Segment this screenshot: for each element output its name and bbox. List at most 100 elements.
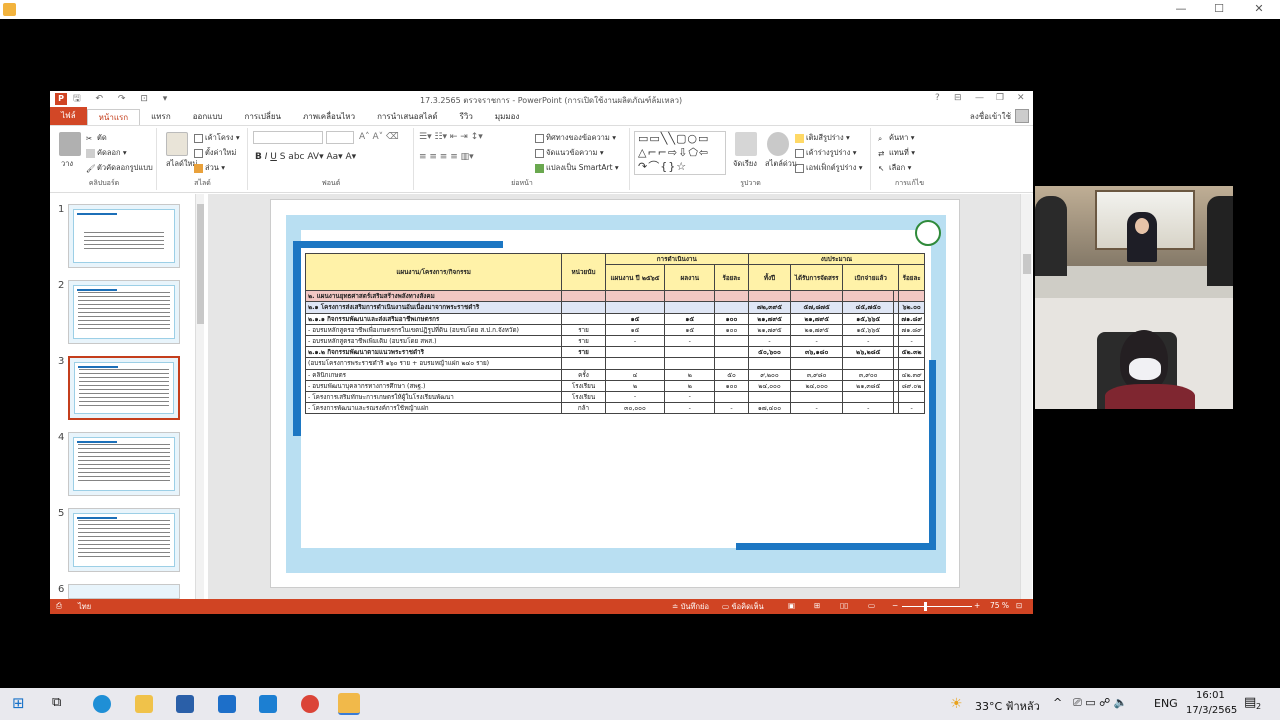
weather-text[interactable]: 33°C ฟ้าหลัว (975, 697, 1040, 715)
slideshow-view-icon[interactable]: ▭ (868, 601, 875, 610)
zoom-level[interactable]: 75 % (990, 601, 1009, 610)
language-status[interactable]: ไทย (78, 601, 91, 613)
reading-view-icon[interactable]: ▯▯ (840, 601, 848, 610)
slide-thumbnail-2[interactable] (68, 280, 180, 344)
paste-icon[interactable] (59, 132, 81, 156)
brush-icon: 🖌 (86, 163, 96, 173)
close-icon[interactable]: ✕ (1244, 2, 1274, 15)
quick-styles-button[interactable]: สไตล์ด่วน (765, 158, 797, 170)
notes-button[interactable]: ≐ บันทึกย่อ (672, 601, 709, 613)
ppt-minimize-icon[interactable]: — (975, 93, 984, 103)
budget-table[interactable]: แผนงาน/โครงการ/กิจกรรม หน่วยนับ การดำเนิ… (304, 252, 926, 415)
start-windows-icon[interactable]: ⊞ (12, 694, 25, 712)
maximize-icon[interactable]: ☐ (1204, 2, 1234, 15)
tab-file[interactable]: ไฟล์ (50, 107, 87, 125)
table-cell: - (790, 402, 844, 415)
shape-fill-button[interactable]: เติมสีรูปร่าง ▾ (795, 132, 850, 144)
replace-button[interactable]: ⇄ แทนที่ ▾ (878, 147, 915, 159)
font-name-input[interactable] (253, 131, 323, 144)
zoom-out-icon[interactable]: − (892, 601, 898, 610)
list-buttons[interactable]: ☰▾ ☷▾ ⇤ ⇥ ↕▾ (419, 132, 483, 142)
tray-icons[interactable]: ⎚ ▭ ☍ 🔈 (1073, 696, 1128, 710)
font-size-input[interactable] (326, 131, 354, 144)
slide-thumbnail-1[interactable] (68, 204, 180, 268)
tab-view[interactable]: มุมมอง (484, 109, 531, 125)
thumbnails-scroll-thumb[interactable] (197, 204, 204, 324)
select-button[interactable]: ↖ เลือก ▾ (878, 162, 911, 174)
current-slide[interactable]: แผนงาน/โครงการ/กิจกรรม หน่วยนับ การดำเนิ… (270, 199, 960, 588)
slide-thumbnail-3[interactable] (68, 356, 180, 420)
zoom-in-icon[interactable]: + (974, 601, 980, 610)
tab-animations[interactable]: ภาพเคลื่อนไหว (292, 109, 366, 125)
slide-thumbnail-4[interactable] (68, 432, 180, 496)
header-result: ผลงาน (664, 264, 716, 292)
smartart-button[interactable]: แปลงเป็น SmartArt ▾ (535, 162, 619, 174)
ribbon-display-icon[interactable]: ⊟ (954, 93, 962, 103)
spellcheck-icon[interactable]: ⎙ (56, 601, 62, 611)
clock-time[interactable]: 16:01 (1196, 690, 1225, 701)
sign-in-link[interactable]: ลงชื่อเข้าใช้ (970, 110, 1011, 123)
quick-access-toolbar[interactable]: 🖫 ↶ ↷ ⊡ ▾ (73, 91, 173, 107)
tab-transitions[interactable]: การเปลี่ยน (233, 109, 292, 125)
input-language[interactable]: ENG (1154, 697, 1178, 710)
copy-button[interactable]: คัดลอก ▾ (86, 147, 127, 159)
shape-outline-button[interactable]: เค้าร่างรูปร่าง ▾ (795, 147, 857, 159)
slide-scroll-thumb[interactable] (1023, 254, 1031, 274)
weather-sun-icon[interactable]: ☀ (950, 696, 963, 712)
arrange-button[interactable]: จัดเรียง (733, 158, 757, 170)
layout-button[interactable]: เค้าโครง ▾ (194, 132, 240, 144)
edge-browser-icon[interactable] (93, 695, 111, 713)
text-direction-button[interactable]: ทิศทางของข้อความ ▾ (535, 132, 616, 144)
reset-button[interactable]: ตั้งค่าใหม่ (194, 147, 236, 159)
avatar[interactable] (1015, 109, 1029, 123)
align-buttons[interactable]: ≡ ≡ ≡ ≡ ▥▾ (419, 152, 474, 162)
normal-view-icon[interactable]: ▣ (788, 601, 795, 610)
text-direction-icon (535, 133, 544, 143)
tray-chevron-icon[interactable]: ^ (1053, 696, 1062, 709)
font-format-buttons[interactable]: B I U S abc AV▾ Aa▾ A▾ (255, 152, 356, 162)
zoom-slider-handle[interactable] (924, 602, 927, 611)
new-slide-icon[interactable] (166, 132, 188, 156)
shape-effects-button[interactable]: เอฟเฟ็กต์รูปร่าง ▾ (795, 162, 863, 174)
table-cell (604, 346, 666, 359)
mail-icon[interactable] (218, 695, 236, 713)
copy-icon (86, 148, 95, 158)
slide-scrollbar[interactable] (1020, 194, 1032, 599)
slide-sorter-icon[interactable]: ⊞ (814, 601, 820, 610)
store-icon[interactable] (176, 695, 194, 713)
new-slide-button[interactable]: สไลด์ใหม่ (166, 158, 197, 170)
slide-thumbnail-6[interactable] (68, 584, 180, 599)
tab-insert[interactable]: แทรก (140, 109, 182, 125)
quick-styles-icon[interactable] (767, 132, 789, 156)
notification-icon[interactable]: ▤ (1244, 695, 1256, 710)
tab-design[interactable]: ออกแบบ (182, 109, 234, 125)
table-cell: ๔๕,๗๕๐ (842, 301, 895, 314)
fit-slide-icon[interactable]: ⊡ (1016, 601, 1022, 610)
format-painter-button[interactable]: 🖌ตัวคัดลอกรูปแบบ (86, 162, 153, 174)
section-button[interactable]: ส่วน ▾ (194, 162, 225, 174)
powerpoint-taskbar-icon[interactable] (338, 693, 360, 715)
line-app-icon[interactable] (259, 695, 277, 713)
clock-date[interactable]: 17/3/2565 (1186, 705, 1237, 716)
align-text-button[interactable]: จัดแนวข้อความ ▾ (535, 147, 604, 159)
paste-button[interactable]: วาง (61, 158, 73, 170)
tab-slideshow[interactable]: การนำเสนอสไลด์ (366, 109, 449, 125)
slide-thumbnail-5[interactable] (68, 508, 180, 572)
ppt-restore-icon[interactable]: ❐ (996, 93, 1004, 103)
minimize-icon[interactable]: — (1166, 2, 1196, 15)
thumbnails-scrollbar[interactable] (195, 194, 204, 599)
task-view-icon[interactable]: ⧉ (52, 695, 61, 710)
zoom-slider[interactable] (902, 606, 972, 607)
chrome-icon[interactable] (301, 695, 319, 713)
help-icon[interactable]: ? (935, 93, 940, 103)
comments-button[interactable]: ▭ ข้อคิดเห็น (722, 601, 764, 613)
find-button[interactable]: ⌕ ค้นหา ▾ (878, 132, 914, 144)
file-explorer-icon[interactable] (135, 695, 153, 713)
arrange-icon[interactable] (735, 132, 757, 156)
font-grow-icon[interactable]: A˄ A˅ ⌫ (359, 132, 399, 142)
cut-button[interactable]: ✂ ตัด (86, 132, 107, 144)
tab-home[interactable]: หน้าแรก (86, 109, 141, 125)
shapes-gallery[interactable]: ▭▭╲╲▢○▭ △⌐⌐⇨⇩⬠⇦ ↷⌒{}☆ (634, 131, 726, 175)
ppt-close-icon[interactable]: ✕ (1017, 93, 1025, 103)
tab-review[interactable]: รีวิว (449, 109, 484, 125)
